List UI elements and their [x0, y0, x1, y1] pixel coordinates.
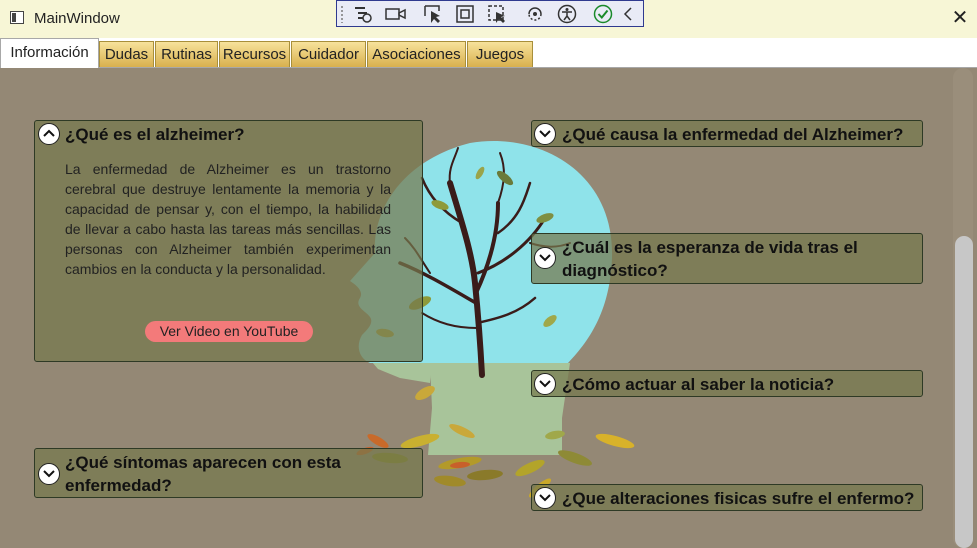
binding-failures-icon[interactable]	[593, 4, 613, 24]
display-layout-adorners-icon[interactable]	[455, 4, 475, 24]
expand-button[interactable]	[534, 247, 556, 269]
panel-title-line1: ¿Cuál es la esperanza de vida tras el	[562, 238, 858, 257]
tab-juegos[interactable]: Juegos	[467, 41, 533, 67]
information-tab-content: ¿Qué es el alzheimer? La enfermedad de A…	[0, 68, 977, 548]
panel-alteraciones: ¿Que alteraciones fisicas sufre el enfer…	[531, 484, 923, 511]
panel-causa: ¿Qué causa la enfermedad del Alzheimer?	[531, 120, 923, 147]
chevron-down-icon	[43, 470, 55, 478]
window-icon	[10, 11, 24, 24]
tab-recursos[interactable]: Recursos	[219, 41, 290, 67]
panel-actuar: ¿Cómo actuar al saber la noticia?	[531, 370, 923, 397]
panel-title-line1: ¿Qué síntomas aparecen con esta	[65, 453, 341, 472]
panel-title-line2: diagnóstico?	[562, 261, 668, 280]
expand-button[interactable]	[534, 123, 556, 145]
close-button[interactable]: ✕	[948, 6, 972, 30]
expand-button[interactable]	[534, 487, 556, 509]
tab-rutinas[interactable]: Rutinas	[155, 41, 218, 67]
panel-que-es-alzheimer: ¿Qué es el alzheimer? La enfermedad de A…	[34, 120, 423, 362]
tab-strip: Información Dudas Rutinas Recursos Cuida…	[0, 38, 977, 68]
collapse-toolbar-icon[interactable]	[621, 4, 641, 24]
expand-button[interactable]	[38, 463, 60, 485]
tab-informacion[interactable]: Información	[0, 38, 99, 68]
scrollbar-thumb[interactable]	[955, 236, 973, 548]
chevron-down-icon	[539, 254, 551, 262]
tab-cuidador[interactable]: Cuidador	[291, 41, 366, 67]
panel-title: ¿Qué causa la enfermedad del Alzheimer?	[562, 125, 904, 144]
tab-dudas[interactable]: Dudas	[99, 41, 154, 67]
hot-reload-icon[interactable]	[525, 4, 545, 24]
panel-esperanza: ¿Cuál es la esperanza de vida tras el di…	[531, 233, 923, 284]
xaml-debug-toolbar	[336, 0, 644, 27]
expand-button[interactable]	[534, 373, 556, 395]
panel-body-text: La enfermedad de Alzheimer es un trastor…	[65, 161, 391, 277]
panel-title: ¿Cómo actuar al saber la noticia?	[562, 375, 835, 394]
tab-asociaciones[interactable]: Asociaciones	[367, 41, 466, 67]
track-focused-element-icon[interactable]	[487, 4, 507, 24]
select-element-icon[interactable]	[423, 4, 443, 24]
panel-title-line2: enfermedad?	[65, 476, 172, 495]
chevron-down-icon	[539, 380, 551, 388]
accessibility-checker-icon[interactable]	[557, 4, 577, 24]
panel-title: ¿Qué es el alzheimer?	[65, 125, 245, 144]
window-title: MainWindow	[34, 10, 120, 27]
ver-video-youtube-button[interactable]: Ver Video en YouTube	[145, 321, 313, 342]
chevron-down-icon	[539, 494, 551, 502]
chevron-down-icon	[539, 130, 551, 138]
panel-sintomas: ¿Qué síntomas aparecen con esta enfermed…	[34, 448, 423, 498]
show-in-app-icon[interactable]	[385, 4, 406, 24]
chevron-up-icon	[43, 129, 55, 137]
panel-title: ¿Que alteraciones fisicas sufre el enfer…	[562, 489, 915, 508]
toolbar-grip-icon[interactable]	[340, 5, 344, 23]
collapse-button[interactable]	[38, 123, 60, 145]
go-to-live-visual-tree-icon[interactable]	[353, 4, 373, 24]
